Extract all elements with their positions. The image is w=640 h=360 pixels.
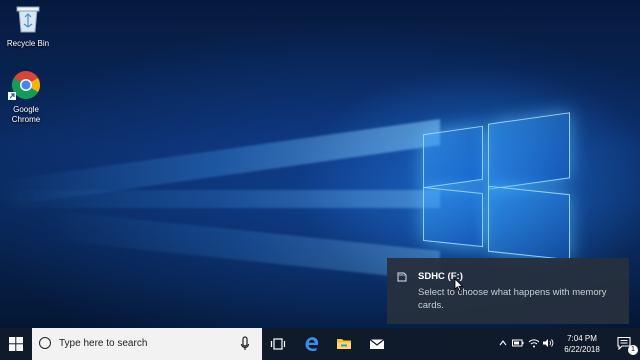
taskbar: Type here to search 7:04 PM 6/22/2018 1 — [0, 328, 640, 360]
recycle-bin-icon — [16, 6, 40, 33]
microphone-icon[interactable] — [240, 336, 250, 352]
recycle-bin-label: Recycle Bin — [6, 39, 50, 48]
autoplay-notification[interactable]: SDHC (F:) Select to choose what happens … — [387, 258, 629, 324]
mail-button[interactable] — [361, 328, 393, 360]
notification-count-badge: 1 — [628, 345, 638, 355]
notification-body: Select to choose what happens with memor… — [418, 287, 607, 311]
chrome-label: Google Chrome — [11, 105, 41, 124]
file-explorer-button[interactable] — [328, 328, 360, 360]
battery-icon[interactable] — [512, 338, 524, 348]
task-view-button[interactable] — [262, 328, 294, 360]
volume-icon[interactable] — [542, 338, 554, 348]
search-box[interactable]: Type here to search — [32, 328, 262, 360]
sd-card-icon — [397, 272, 407, 282]
light-beam — [40, 208, 440, 282]
desktop-icon-recycle-bin[interactable]: Recycle Bin — [0, 4, 56, 49]
desktop-icon-google-chrome[interactable]: Google Chrome — [0, 70, 54, 125]
mouse-cursor-icon — [454, 278, 464, 292]
task-view-icon — [270, 338, 286, 350]
cortana-icon — [39, 337, 51, 349]
file-explorer-icon — [337, 339, 351, 349]
clock-time: 7:04 PM — [567, 334, 597, 343]
light-beam — [0, 190, 440, 208]
edge-button[interactable] — [296, 328, 328, 360]
mail-icon — [369, 339, 385, 349]
system-tray — [496, 328, 554, 360]
start-button[interactable] — [0, 328, 32, 360]
clock-date: 6/22/2018 — [564, 345, 600, 354]
taskbar-clock[interactable]: 7:04 PM 6/22/2018 — [554, 333, 610, 355]
search-placeholder: Type here to search — [59, 338, 148, 349]
windows-start-icon — [9, 337, 23, 351]
wifi-icon[interactable] — [528, 338, 540, 348]
edge-icon — [305, 337, 319, 352]
show-hidden-icons-icon[interactable] — [499, 338, 507, 348]
shortcut-arrow-icon — [8, 92, 16, 100]
action-center-button[interactable]: 1 — [610, 328, 640, 360]
